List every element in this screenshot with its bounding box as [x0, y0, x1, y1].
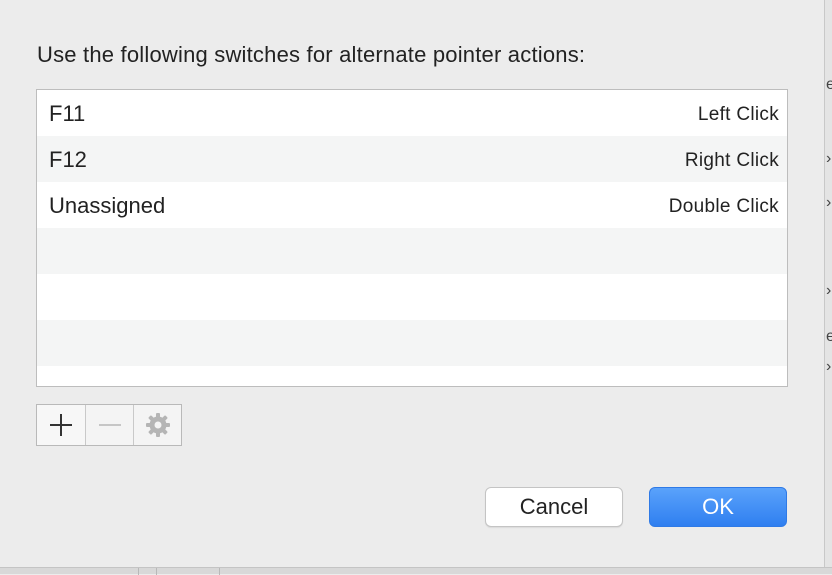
- background-text-fragment: e: [826, 78, 832, 92]
- switch-action-table[interactable]: F11 Left Click F12 Right Click Unassigne…: [36, 89, 788, 387]
- table-row[interactable]: F11 Left Click: [37, 90, 787, 136]
- chevron-right-icon: ›: [826, 284, 832, 298]
- background-window-bottom: [0, 567, 832, 575]
- empty-row: [37, 320, 787, 366]
- empty-row: [37, 366, 787, 386]
- pointer-action: Double Click: [668, 196, 779, 217]
- switch-key: F11: [49, 101, 86, 126]
- pointer-action: Left Click: [697, 104, 779, 125]
- background-text-fragment: e: [826, 330, 832, 344]
- table-row[interactable]: F12 Right Click: [37, 136, 787, 182]
- chevron-right-icon: ›: [826, 152, 832, 166]
- gear-icon: [145, 413, 170, 437]
- dialog-prompt: Use the following switches for alternate…: [37, 42, 586, 67]
- empty-row: [37, 228, 787, 274]
- table-row[interactable]: Unassigned Double Click: [37, 182, 787, 228]
- cancel-button[interactable]: Cancel: [485, 487, 623, 527]
- pointer-action: Right Click: [684, 150, 779, 171]
- dialog-sheet: Use the following switches for alternate…: [0, 0, 824, 567]
- background-text-fragment: ›: [826, 360, 832, 374]
- plus-icon: [50, 414, 72, 436]
- action-menu-button[interactable]: [133, 405, 181, 445]
- switch-key: Unassigned: [49, 193, 166, 218]
- background-text-fragment: ›: [826, 196, 832, 210]
- add-switch-button[interactable]: [37, 405, 85, 445]
- switch-key: F12: [49, 147, 87, 172]
- minus-icon: [98, 414, 121, 436]
- ok-button[interactable]: OK: [649, 487, 787, 527]
- table-toolbar: [36, 404, 182, 446]
- remove-switch-button[interactable]: [85, 405, 133, 445]
- empty-row: [37, 274, 787, 320]
